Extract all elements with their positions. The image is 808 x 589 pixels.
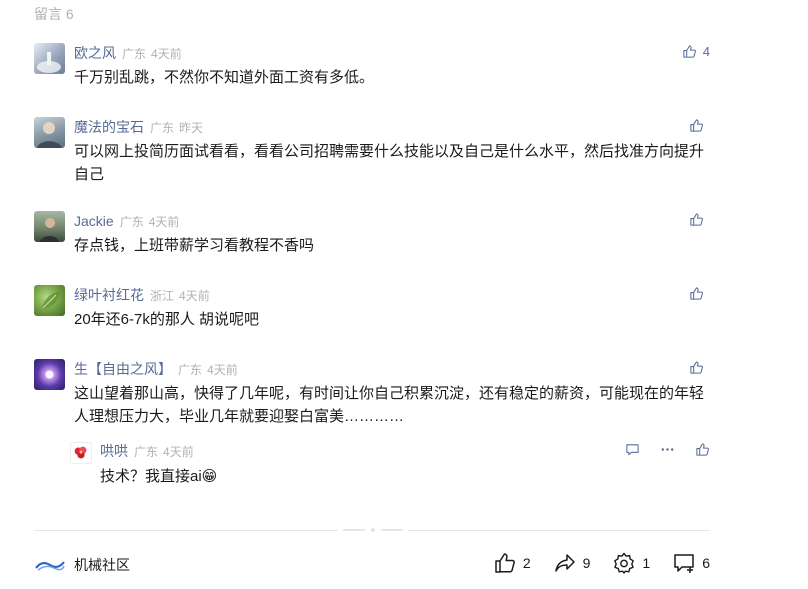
- comments-section-title: 留言 6: [34, 6, 74, 22]
- comment-time: 昨天: [179, 120, 204, 135]
- comment-text: 存点钱，上班带薪学习看教程不香吗: [74, 237, 315, 254]
- thumb-up-icon[interactable]: [695, 442, 710, 457]
- comment-author[interactable]: 欧之风: [74, 43, 116, 63]
- avatar[interactable]: [34, 285, 65, 316]
- like-button[interactable]: 2: [493, 551, 531, 575]
- like-count: 2: [522, 555, 531, 571]
- avatar[interactable]: [34, 117, 65, 148]
- comment-time: 4天前: [151, 46, 182, 61]
- comment-item: Jackie 广东 4天前 存点钱，上班带薪学习看教程不香吗: [34, 211, 710, 261]
- comment-time: 4天前: [207, 362, 238, 377]
- comment-location: 浙江: [150, 288, 175, 303]
- thumb-up-icon: [690, 213, 703, 226]
- like-button[interactable]: 4: [682, 44, 710, 59]
- comment-author[interactable]: Jackie: [74, 213, 114, 229]
- reply-author[interactable]: 哄哄: [100, 441, 128, 461]
- comment-author[interactable]: 绿叶衬红花: [74, 285, 144, 305]
- comment-author[interactable]: 生【自由之风】: [74, 359, 172, 379]
- comment-location: 广东: [122, 46, 147, 61]
- brand[interactable]: 机械社区: [34, 555, 130, 575]
- comment-location: 广东: [178, 362, 203, 377]
- comment-text: 可以网上投简历面试看看，看看公司招聘需要什么技能以及自己是什么水平，然后找准方向…: [74, 143, 705, 183]
- avatar[interactable]: [34, 211, 65, 242]
- comment-location: 广东: [119, 214, 144, 229]
- comment-text: 这山望着那山高，快得了几年呢，有时间让你自己积累沉淀，还有稳定的薪资，可能现在的…: [74, 385, 705, 425]
- bottom-bar: 机械社区 2 9 1 6: [34, 549, 710, 579]
- reply-text: 技术？我直接ai😁: [100, 468, 218, 485]
- recommend-count: 1: [642, 555, 651, 571]
- share-button[interactable]: 9: [553, 551, 591, 575]
- comment-item: 欧之风 广东 4天前 千万别乱跳，不然你不知道外面工资有多低。 4: [34, 43, 710, 93]
- comment-item: 生【自由之风】 广东 4天前 这山望着那山高，快得了几年呢，有时间让你自己积累沉…: [34, 359, 710, 431]
- like-button[interactable]: [689, 286, 710, 301]
- comment-icon[interactable]: [625, 442, 640, 457]
- thumb-up-icon: [690, 361, 703, 374]
- more-icon[interactable]: [660, 442, 675, 457]
- comment-text: 20年还6-7k的那人 胡说呢吧: [74, 311, 260, 328]
- comment-time: 4天前: [148, 214, 180, 229]
- like-button[interactable]: [689, 212, 710, 227]
- comment-author[interactable]: 魔法的宝石: [74, 117, 144, 137]
- brand-logo-icon: [35, 561, 65, 571]
- thumb-up-icon: [495, 553, 515, 573]
- comment-time: 4天前: [179, 288, 210, 303]
- thumb-up-icon: [683, 45, 696, 58]
- avatar[interactable]: [70, 442, 92, 464]
- comment-count: 6: [702, 555, 710, 571]
- divider-dots: [338, 527, 408, 533]
- thumb-up-icon: [690, 119, 703, 132]
- comment-item: 绿叶衬红花 浙江 4天前 20年还6-7k的那人 胡说呢吧: [34, 285, 710, 335]
- recommend-icon: [614, 552, 635, 574]
- recommend-button[interactable]: 1: [612, 551, 650, 575]
- comment-button[interactable]: 6: [672, 551, 710, 575]
- comment-location: 广东: [150, 120, 175, 135]
- avatar[interactable]: [34, 43, 65, 74]
- reply-time: 4天前: [163, 444, 194, 459]
- comment-text: 千万别乱跳，不然你不知道外面工资有多低。: [74, 69, 375, 86]
- avatar[interactable]: [34, 359, 65, 390]
- like-button[interactable]: [689, 118, 710, 133]
- thumb-up-icon: [690, 287, 703, 300]
- reply-location: 广东: [134, 444, 159, 459]
- like-count: 4: [702, 44, 710, 59]
- like-button[interactable]: [689, 360, 710, 375]
- share-count: 9: [582, 555, 591, 571]
- brand-name: 机械社区: [74, 557, 130, 573]
- comment-item: 魔法的宝石 广东 昨天 可以网上投简历面试看看，看看公司招聘需要什么技能以及自己…: [34, 117, 710, 187]
- share-icon: [554, 554, 575, 572]
- add-comment-icon: [674, 554, 694, 573]
- reply-item: 哄哄 广东 4天前 技术？我直接ai😁: [70, 441, 710, 497]
